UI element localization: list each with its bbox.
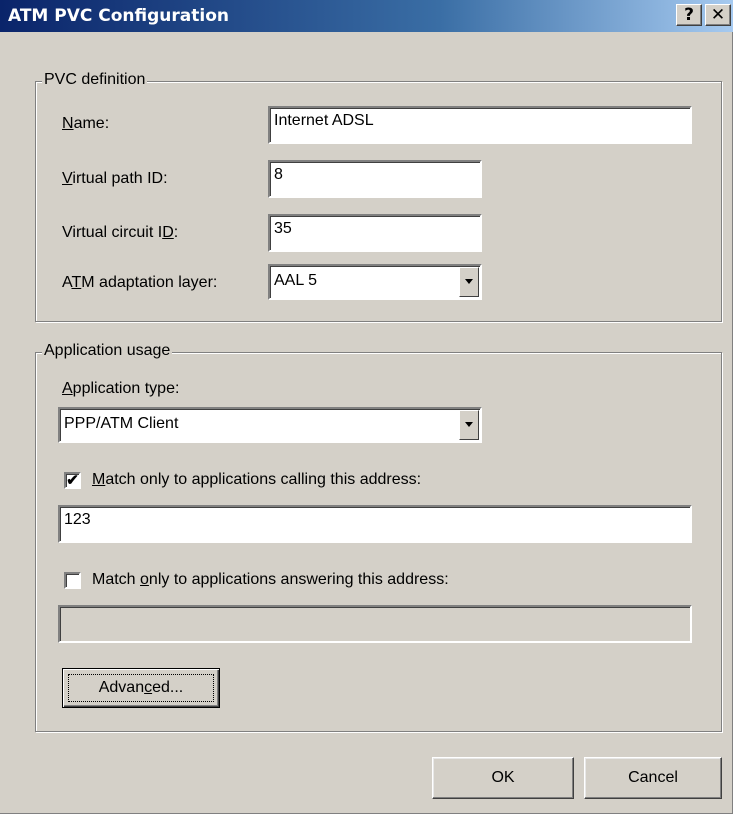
match-answering-checkbox[interactable] bbox=[64, 572, 81, 589]
close-icon: ✕ bbox=[710, 5, 726, 25]
advanced-button[interactable]: Advanced... bbox=[62, 668, 220, 708]
cancel-button[interactable]: Cancel bbox=[584, 757, 722, 799]
ok-button[interactable]: OK bbox=[432, 757, 574, 799]
pvc-definition-legend: PVC definition bbox=[42, 71, 148, 89]
name-field[interactable]: Internet ADSL bbox=[268, 106, 692, 144]
application-type-label: Application type: bbox=[62, 380, 180, 397]
help-icon: ? bbox=[684, 5, 694, 25]
name-label: Name: bbox=[62, 115, 110, 132]
aal-label: ATM adaptation layer: bbox=[62, 274, 218, 291]
focus-rect bbox=[68, 674, 214, 702]
aal-dropdown-arrow-icon[interactable] bbox=[459, 267, 479, 297]
calling-address-field[interactable]: 123 bbox=[58, 505, 692, 543]
close-button[interactable]: ✕ bbox=[705, 4, 731, 26]
vpi-field[interactable]: 8 bbox=[268, 160, 482, 198]
vpi-label: Virtual path ID: bbox=[62, 170, 168, 187]
application-type-value: PPP/ATM Client bbox=[64, 415, 179, 432]
aal-dropdown[interactable]: AAL 5 bbox=[268, 264, 482, 300]
dialog-title: ATM PVC Configuration bbox=[8, 6, 229, 26]
match-answering-label[interactable]: Match only to applications answering thi… bbox=[92, 571, 449, 589]
aal-value: AAL 5 bbox=[274, 272, 317, 289]
vci-field[interactable]: 35 bbox=[268, 214, 482, 252]
match-calling-checkbox[interactable]: ✔ bbox=[64, 472, 81, 489]
application-type-dropdown-arrow-icon[interactable] bbox=[459, 410, 479, 440]
atm-pvc-dialog: ATM PVC Configuration ? ✕ PVC definition… bbox=[0, 0, 733, 814]
vci-label: Virtual circuit ID: bbox=[62, 224, 179, 241]
application-type-dropdown[interactable]: PPP/ATM Client bbox=[58, 407, 482, 443]
checkmark-icon: ✔ bbox=[66, 472, 79, 489]
match-calling-label[interactable]: Match only to applications calling this … bbox=[92, 471, 421, 489]
title-bar[interactable]: ATM PVC Configuration ? ✕ bbox=[0, 0, 733, 32]
help-button[interactable]: ? bbox=[676, 4, 702, 26]
answering-address-field[interactable] bbox=[58, 605, 692, 643]
application-usage-legend: Application usage bbox=[42, 342, 173, 360]
